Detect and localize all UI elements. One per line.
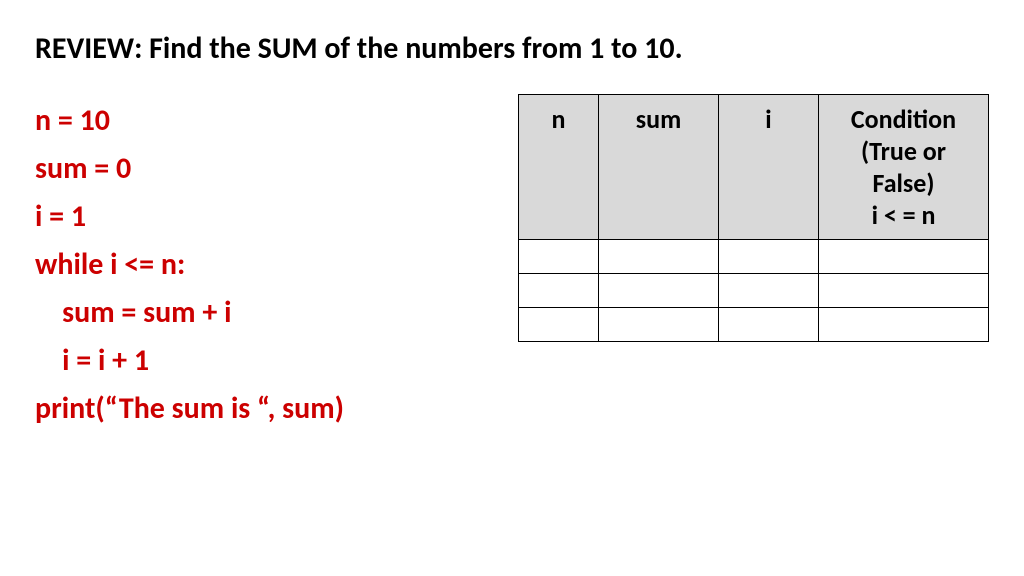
table-row [519, 274, 989, 308]
table-header-n: n [519, 95, 599, 240]
cell-i [719, 308, 819, 342]
table-row [519, 240, 989, 274]
cell-n [519, 274, 599, 308]
cell-condition [819, 240, 989, 274]
code-line: sum = 0 [35, 145, 485, 193]
cell-condition [819, 274, 989, 308]
code-line: sum = sum + i [35, 289, 485, 337]
cell-n [519, 240, 599, 274]
condition-header-line1: Condition (True or False) [831, 103, 976, 199]
code-line: while i <= n: [35, 241, 485, 289]
trace-table-wrapper: n sum i Condition (True or False) i < = … [518, 94, 989, 342]
table-header-i: i [719, 95, 819, 240]
table-header-sum: sum [599, 95, 719, 240]
cell-n [519, 308, 599, 342]
code-line: i = 1 [35, 193, 485, 241]
cell-sum [599, 274, 719, 308]
cell-condition [819, 308, 989, 342]
cell-sum [599, 240, 719, 274]
trace-table: n sum i Condition (True or False) i < = … [518, 94, 989, 342]
code-line: i = i + 1 [35, 337, 485, 385]
cell-sum [599, 308, 719, 342]
page-title: REVIEW: Find the SUM of the numbers from… [35, 30, 989, 67]
code-line: print(“The sum is “, sum) [35, 385, 485, 433]
table-header-condition: Condition (True or False) i < = n [819, 95, 989, 240]
table-row [519, 308, 989, 342]
code-block: n = 10 sum = 0 i = 1 while i <= n: sum =… [35, 97, 485, 433]
condition-header-line2: i < = n [831, 199, 976, 231]
code-line: n = 10 [35, 97, 485, 145]
cell-i [719, 240, 819, 274]
cell-i [719, 274, 819, 308]
table-header-row: n sum i Condition (True or False) i < = … [519, 95, 989, 240]
